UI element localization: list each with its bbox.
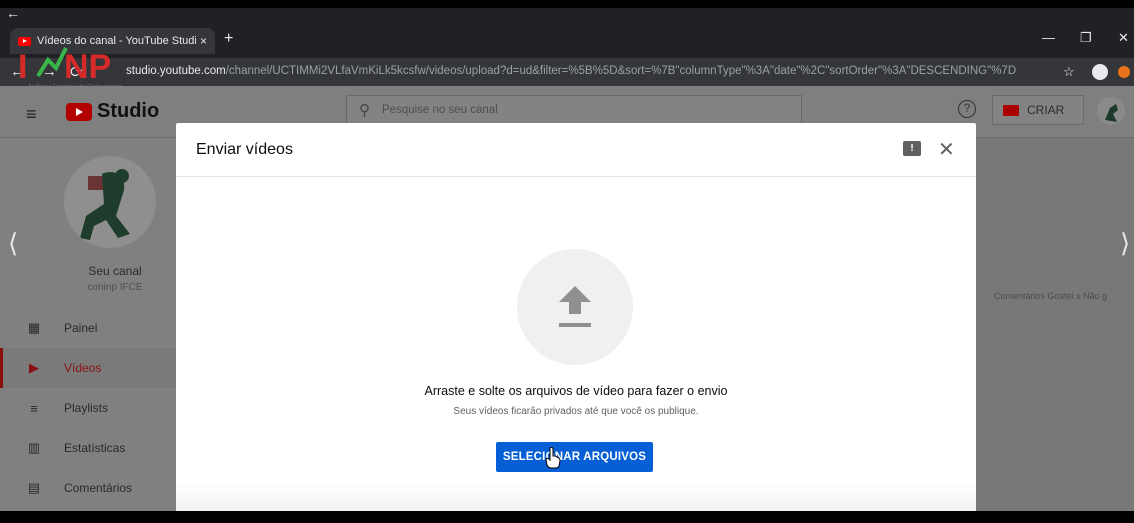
url-path: /channel/UCTIMMi2VLfaVmKiLk5kcsfw/videos…	[225, 65, 1017, 77]
window-minimize-button[interactable]: —	[1042, 30, 1055, 45]
create-label: CRIAR	[1027, 103, 1065, 117]
dialog-bottom-fade	[176, 481, 976, 511]
upload-dropzone[interactable]	[517, 249, 633, 365]
sidebar-item-label: Playlists	[64, 401, 109, 415]
youtube-play-icon	[66, 102, 92, 121]
address-bar-row: ← → ⟳ studio.youtube.com/channel/UCTIMMi…	[0, 58, 1134, 86]
search-placeholder: Pesquise no seu canal	[382, 104, 498, 116]
sidebar: Seu canal coninp IFCE ▦ Painel ▶ Vídeos …	[0, 138, 176, 511]
close-icon[interactable]: ✕	[938, 137, 955, 162]
letterbox-bottom	[0, 511, 1134, 523]
tab-title: Vídeos do canal - YouTube Studio	[37, 35, 196, 47]
search-icon: ⚲	[359, 102, 370, 119]
studio-logo[interactable]: Studio	[66, 100, 159, 123]
menu-icon[interactable]: ≡	[26, 104, 37, 125]
bookmark-star-icon[interactable]: ☆	[1063, 64, 1075, 80]
videos-icon: ▶	[29, 360, 39, 375]
privacy-note: Seus vídeos ficarão privados até que voc…	[453, 406, 699, 417]
table-column-headers: Comentários Gostei x Não g	[994, 291, 1108, 301]
window-close-button[interactable]: ✕	[1118, 30, 1129, 46]
camera-icon	[1003, 104, 1019, 116]
select-files-button[interactable]: SELECIONAR ARQUIVOS	[496, 442, 653, 472]
sidebar-item-label: Estatísticas	[64, 441, 126, 455]
drag-drop-text: Arraste e solte os arquivos de vídeo par…	[424, 384, 728, 398]
profile-icon[interactable]	[1118, 66, 1130, 78]
upload-arrow-icon	[559, 286, 591, 327]
help-icon[interactable]: ?	[958, 100, 976, 118]
sidebar-item-label: Painel	[64, 321, 98, 335]
forward-button[interactable]: →	[42, 63, 57, 80]
youtube-favicon-icon	[18, 36, 31, 46]
analytics-icon: ▥	[27, 440, 41, 455]
letterbox-top	[0, 0, 1134, 8]
dialog-title: Enviar vídeos	[196, 141, 293, 158]
playlists-icon: ≡	[30, 400, 38, 416]
logo-text: Studio	[97, 100, 160, 122]
sidebar-item-label: Vídeos	[64, 361, 102, 375]
active-indicator	[0, 348, 3, 388]
sidebar-item-playlists[interactable]: ≡ Playlists	[0, 388, 176, 428]
feedback-icon[interactable]: !	[903, 141, 921, 156]
sidebar-item-painel[interactable]: ▦ Painel	[0, 308, 176, 348]
back-button[interactable]: ←	[10, 63, 25, 80]
new-tab-button[interactable]: +	[224, 30, 233, 48]
sidebar-item-estatisticas[interactable]: ▥ Estatísticas	[0, 428, 176, 468]
extension-icon[interactable]	[1092, 64, 1108, 80]
upload-dialog: Enviar vídeos ! ✕ Arraste e solte os arq…	[176, 123, 976, 511]
back-arrow-icon[interactable]: ←	[6, 5, 20, 21]
url-field[interactable]: studio.youtube.com/channel/UCTIMMi2VLfaV…	[126, 65, 1016, 77]
sidebar-item-label: Comentários	[64, 481, 133, 495]
dashboard-icon: ▦	[27, 320, 41, 335]
account-avatar[interactable]	[1096, 96, 1126, 126]
browser-chrome: ← Vídeos do canal - YouTube Studio × + —…	[0, 5, 1134, 86]
sidebar-item-videos[interactable]: ▶ Vídeos	[0, 348, 176, 388]
comments-icon: ▤	[27, 480, 41, 495]
window-restore-button[interactable]: ❐	[1080, 30, 1092, 46]
search-input[interactable]: ⚲ Pesquise no seu canal	[346, 95, 802, 125]
tab-close-icon[interactable]: ×	[200, 34, 207, 48]
chevron-right-icon[interactable]: ⟩	[1120, 228, 1130, 259]
create-button[interactable]: CRIAR	[992, 95, 1084, 125]
channel-avatar[interactable]	[64, 156, 156, 248]
sidebar-item-comentarios[interactable]: ▤ Comentários	[0, 468, 176, 508]
dialog-header: Enviar vídeos ! ✕	[176, 123, 976, 177]
url-host: studio.youtube.com	[126, 65, 226, 77]
browser-tab[interactable]: Vídeos do canal - YouTube Studio ×	[10, 28, 215, 54]
chevron-left-icon[interactable]: ⟨	[8, 228, 18, 259]
reload-button[interactable]: ⟳	[70, 63, 83, 81]
